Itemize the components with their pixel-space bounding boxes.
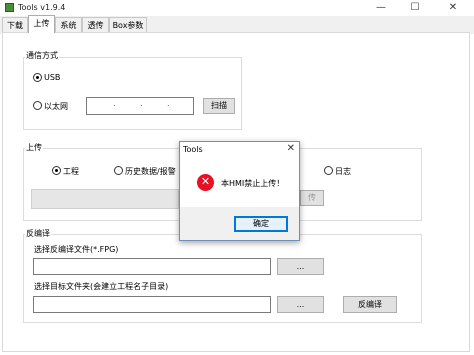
- history-alarm-label: 历史数据/报警: [125, 167, 176, 176]
- dialog-message: 本HMI禁止上传！: [221, 179, 285, 188]
- message-dialog: Tools ✕ ✕ 本HMI禁止上传！ 确定: [179, 141, 300, 241]
- ip-separator: .: [140, 99, 143, 108]
- tab-upload[interactable]: 上传: [28, 15, 55, 33]
- comm-group-label: 通信方式: [25, 50, 59, 61]
- log-label: 日志: [335, 167, 351, 176]
- usb-label: USB: [44, 73, 61, 82]
- project-radio[interactable]: [52, 166, 61, 175]
- tab-download[interactable]: 下载: [2, 17, 28, 33]
- decompile-button[interactable]: 反编译: [343, 296, 397, 313]
- usb-radio[interactable]: [33, 73, 42, 82]
- target-folder-label: 选择目标文件夹(会建立工程名子目录): [34, 282, 169, 291]
- ip-separator: .: [113, 99, 116, 108]
- log-radio[interactable]: [324, 166, 333, 175]
- comm-groupbox: [23, 57, 242, 130]
- minimize-button[interactable]: —: [368, 1, 394, 15]
- ethernet-radio[interactable]: [33, 101, 42, 110]
- app-icon: [5, 3, 14, 12]
- target-browse-button[interactable]: ...: [277, 296, 324, 313]
- upload-button[interactable]: 传: [300, 190, 324, 206]
- ip-separator: .: [167, 99, 170, 108]
- tab-passthrough[interactable]: 透传: [82, 17, 109, 33]
- tab-box-params[interactable]: Box参数: [109, 17, 147, 33]
- history-alarm-radio[interactable]: [114, 166, 123, 175]
- decompile-group-label: 反编译: [25, 228, 51, 239]
- scan-button[interactable]: 扫描: [203, 98, 235, 114]
- dialog-close-icon[interactable]: ✕: [287, 143, 295, 154]
- window-title: Tools v1.9.4: [18, 3, 66, 12]
- source-file-input[interactable]: [33, 258, 271, 275]
- dialog-title: Tools: [183, 145, 203, 154]
- target-folder-input[interactable]: [33, 296, 271, 313]
- maximize-button[interactable]: ☐: [402, 1, 428, 15]
- upload-group-label: 上传: [25, 142, 43, 153]
- close-button[interactable]: ✕: [440, 1, 466, 15]
- project-label: 工程: [63, 167, 79, 176]
- error-icon: ✕: [197, 174, 214, 191]
- source-file-label: 选择反编译文件(*.FPG): [34, 245, 119, 254]
- upload-progress-bar: [31, 189, 179, 209]
- ok-button[interactable]: 确定: [234, 216, 288, 232]
- tab-system[interactable]: 系统: [55, 17, 82, 33]
- ethernet-label: 以太网: [44, 102, 68, 111]
- source-browse-button[interactable]: ...: [277, 258, 324, 275]
